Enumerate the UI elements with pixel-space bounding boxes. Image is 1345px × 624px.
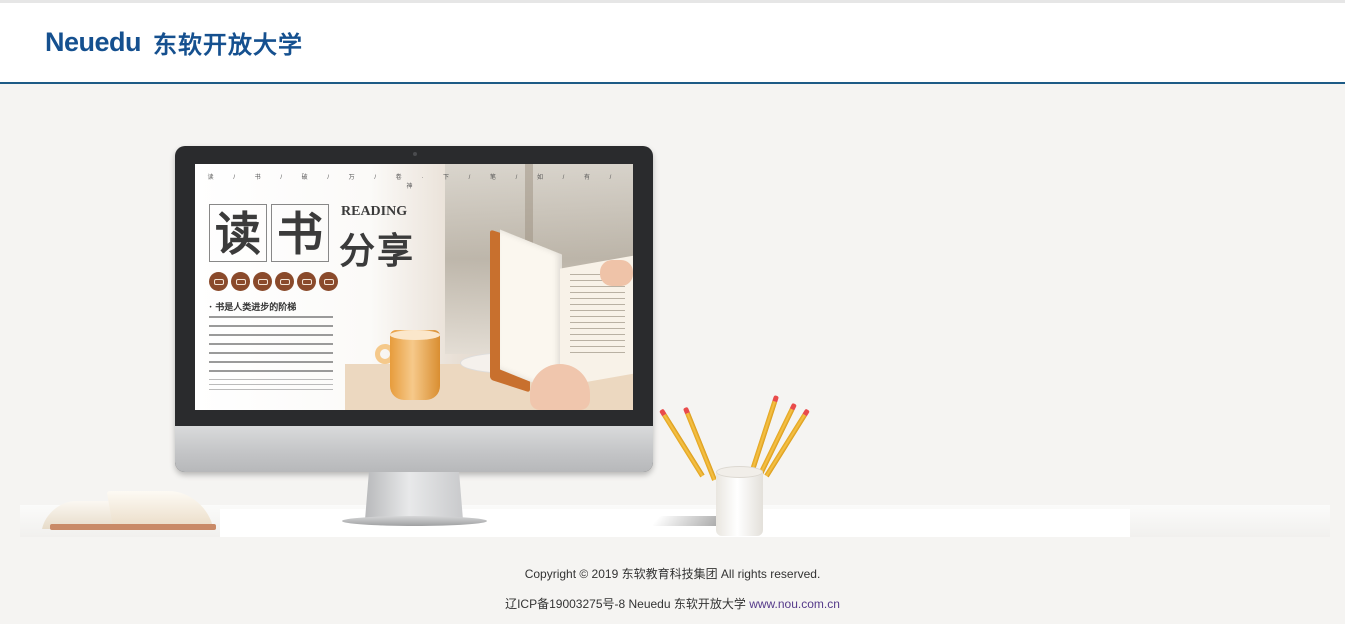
monitor-stand-base xyxy=(342,516,487,526)
monitor-stand xyxy=(365,472,463,520)
neuedu-logo[interactable]: Neuedu 东软开放大学 xyxy=(45,25,303,59)
coffee-cup xyxy=(390,330,440,400)
hero-banner: 读 / 书 / 破 / 万 / 卷 · 下 / 笔 / 如 / 有 / 神 读 … xyxy=(0,86,1345,541)
icp-text: 辽ICP备19003275号-8 Neuedu 东软开放大学 xyxy=(505,597,750,611)
title-char-1: 读 xyxy=(209,204,267,262)
screen-subtitle: · 书是人类进步的阶梯 xyxy=(209,303,297,313)
screen-paragraph xyxy=(209,316,333,394)
book-icon xyxy=(319,272,338,291)
book-icon xyxy=(209,272,228,291)
book-icon-row xyxy=(209,272,338,291)
camera-icon xyxy=(413,152,417,156)
screen-top-caption: 读 / 书 / 破 / 万 / 卷 · 下 / 笔 / 如 / 有 / 神 xyxy=(207,175,621,190)
book-icon xyxy=(231,272,250,291)
page-header: Neuedu 东软开放大学 xyxy=(0,3,1345,84)
logo-text-cn: 东软开放大学 xyxy=(153,30,304,59)
reading-label: READING xyxy=(341,204,408,219)
copyright-text: Copyright © 2019 东软教育科技集团 All rights res… xyxy=(524,567,821,581)
share-label: 分享 xyxy=(339,230,416,272)
coffee-cup-rim xyxy=(390,330,440,340)
book-icon xyxy=(275,272,294,291)
icp-line: 辽ICP备19003275号-8 Neuedu 东软开放大学 www.nou.c… xyxy=(0,595,1345,612)
open-book-cover xyxy=(50,524,216,530)
pencil-cup-rim xyxy=(716,466,763,478)
book-icon xyxy=(297,272,316,291)
monitor-screen-image: 读 / 书 / 破 / 万 / 卷 · 下 / 笔 / 如 / 有 / 神 读 … xyxy=(195,164,633,410)
hand-fingers xyxy=(600,260,633,286)
site-link[interactable]: www.nou.com.cn xyxy=(749,597,840,611)
book-icon xyxy=(253,272,272,291)
page-footer: Copyright © 2019 东软教育科技集团 All rights res… xyxy=(0,541,1345,624)
title-char-2: 书 xyxy=(271,204,329,262)
monitor-chin xyxy=(175,426,653,472)
held-book-text xyxy=(570,274,625,358)
logo-text-en: Neuedu xyxy=(45,26,142,57)
pencil-cup xyxy=(716,472,763,536)
